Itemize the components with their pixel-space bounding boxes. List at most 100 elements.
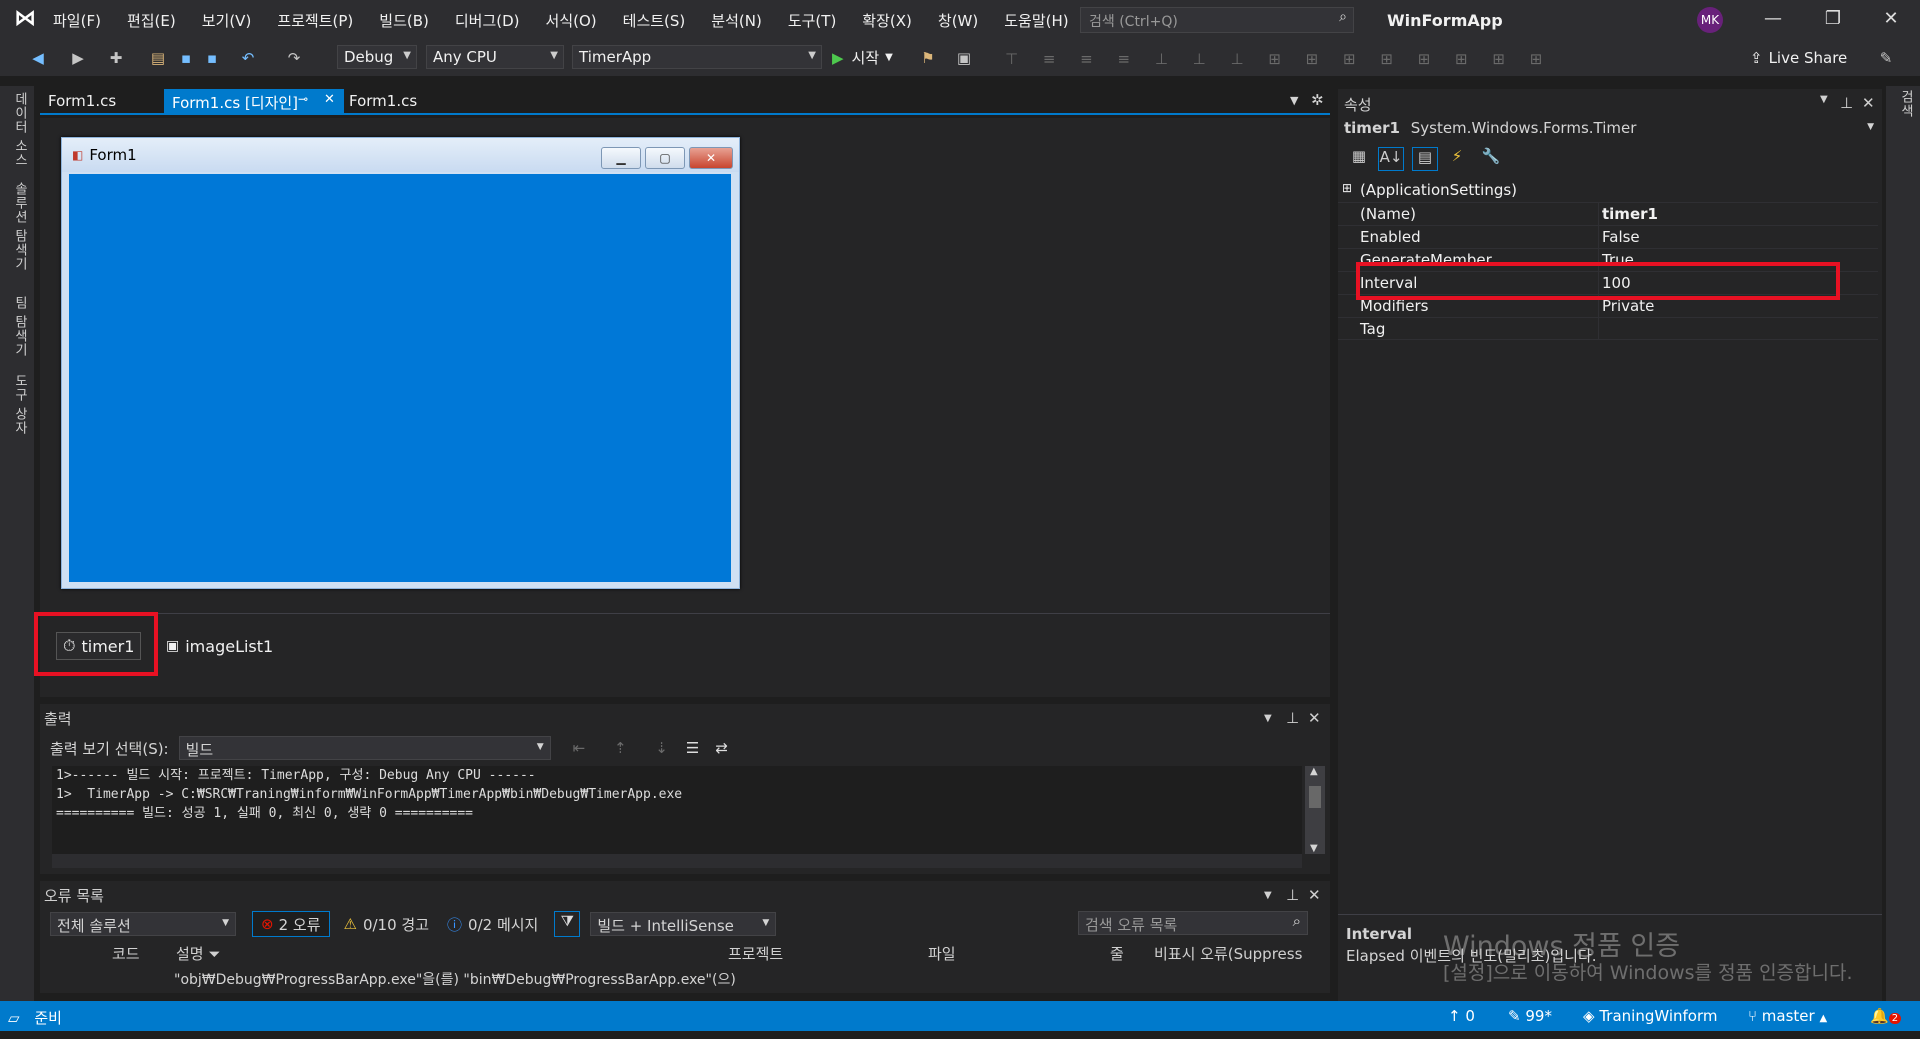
scroll-up-icon[interactable]: ▲ bbox=[1310, 766, 1318, 777]
pending-changes[interactable]: ✎ 99* bbox=[1508, 1007, 1552, 1025]
forward-icon[interactable]: ▶ bbox=[68, 48, 88, 68]
pin-icon[interactable]: ⊥ bbox=[1840, 94, 1853, 112]
errors-filter-button[interactable]: ⊗ 2 오류 bbox=[252, 911, 330, 937]
menu-file[interactable]: 파일(F) bbox=[53, 10, 101, 31]
feedback-icon[interactable]: ✎ bbox=[1876, 48, 1896, 68]
output-hscrollbar[interactable] bbox=[52, 854, 1302, 868]
alphabetical-icon[interactable]: A↓ bbox=[1378, 147, 1404, 171]
search-input[interactable]: 검색 (Ctrl+Q) ⌕ bbox=[1080, 7, 1354, 33]
title-bar: ⋈ 파일(F) 편집(E) 보기(V) 프로젝트(P) 빌드(B) 디버그(D)… bbox=[0, 0, 1920, 40]
menu-edit[interactable]: 편집(E) bbox=[127, 10, 176, 31]
filter-icon[interactable]: ⧩ bbox=[554, 911, 581, 937]
menu-extensions[interactable]: 확장(X) bbox=[862, 10, 912, 31]
branch-name[interactable]: ⑂ master ▲ bbox=[1748, 1007, 1827, 1025]
scroll-thumb[interactable] bbox=[1309, 786, 1321, 808]
warnings-filter-button[interactable]: ⚠ 0/10 경고 bbox=[344, 914, 430, 935]
tab-list-dropdown-icon[interactable]: ▼ bbox=[1290, 94, 1298, 107]
new-project-icon[interactable]: ✚ bbox=[106, 48, 126, 68]
start-button[interactable]: ▶ 시작 ▼ bbox=[832, 47, 893, 68]
clear-all-icon[interactable]: ☰ bbox=[686, 739, 699, 757]
tab-data-sources[interactable]: 데이터 소스 bbox=[10, 92, 29, 167]
menu-project[interactable]: 프로젝트(P) bbox=[277, 10, 353, 31]
menu-test[interactable]: 테스트(S) bbox=[623, 10, 686, 31]
configuration-dropdown[interactable]: Debug ▼ bbox=[337, 45, 417, 69]
save-all-icon[interactable]: ▪ bbox=[202, 48, 222, 68]
menu-view[interactable]: 보기(V) bbox=[202, 10, 252, 31]
events-icon[interactable]: ⚡ bbox=[1444, 147, 1470, 171]
close-icon[interactable]: ✕ bbox=[1308, 709, 1321, 727]
build-filter-dropdown[interactable]: 빌드 + IntelliSense ▼ bbox=[590, 912, 777, 936]
expand-icon[interactable]: ⊞ bbox=[1342, 181, 1352, 195]
property-row-tag[interactable]: Tag bbox=[1338, 317, 1878, 340]
form1-preview[interactable]: ◧ Form1 ▁ ▢ ✕ bbox=[61, 137, 740, 589]
gear-icon[interactable]: ✲ bbox=[1311, 91, 1324, 109]
undo-icon[interactable]: ↶ bbox=[238, 48, 258, 68]
layout-icon[interactable]: ▣ bbox=[954, 48, 974, 68]
pin-icon[interactable]: ⊸ bbox=[298, 92, 308, 106]
tab-solution-explorer[interactable]: 솔루션 탐색기 bbox=[10, 182, 29, 271]
property-pages-icon[interactable]: 🔧 bbox=[1478, 147, 1504, 171]
open-icon[interactable]: ▤ bbox=[148, 48, 168, 68]
live-share-button[interactable]: ⇪ Live Share bbox=[1750, 49, 1847, 67]
tab-form1-design[interactable]: Form1.cs [디자인] ⊸ ✕ bbox=[164, 89, 344, 115]
column-suppression[interactable]: 비표시 오류(Suppress bbox=[1154, 943, 1302, 964]
repository-name[interactable]: ◈ TraningWinform bbox=[1583, 1007, 1718, 1025]
column-description[interactable]: 설명 ⏷ bbox=[176, 943, 220, 964]
chevron-down-icon: ▼ bbox=[403, 50, 411, 61]
form1-client-area[interactable] bbox=[69, 174, 731, 582]
menu-help[interactable]: 도움말(H) bbox=[1004, 10, 1068, 31]
close-icon[interactable]: ✕ bbox=[1862, 94, 1875, 112]
back-icon[interactable]: ◀ bbox=[28, 48, 48, 68]
column-line[interactable]: 줄 bbox=[1110, 943, 1124, 964]
browser-link-icon[interactable]: ⚑ bbox=[918, 48, 938, 68]
menu-analyze[interactable]: 분석(N) bbox=[711, 10, 762, 31]
menu-tools[interactable]: 도구(T) bbox=[788, 10, 836, 31]
messages-filter-button[interactable]: ⓘ 0/2 메시지 bbox=[447, 914, 538, 935]
categorized-icon[interactable]: ▦ bbox=[1346, 147, 1372, 171]
panel-menu-icon[interactable]: ▼ bbox=[1264, 890, 1272, 901]
minimize-icon[interactable]: — bbox=[1758, 8, 1788, 34]
output-vscrollbar[interactable]: ▲ ▼ bbox=[1305, 766, 1325, 854]
menu-window[interactable]: 창(W) bbox=[938, 10, 978, 31]
table-row[interactable]: "obj₩Debug₩ProgressBarApp.exe"을(를) "bin₩… bbox=[174, 969, 736, 989]
menu-debug[interactable]: 디버그(D) bbox=[455, 10, 520, 31]
panel-menu-icon[interactable]: ▼ bbox=[1820, 94, 1828, 105]
close-icon[interactable]: ✕ bbox=[1308, 886, 1321, 904]
tray-imagelist1[interactable]: ▣ imageList1 bbox=[160, 632, 279, 660]
pin-icon[interactable]: ⊥ bbox=[1286, 886, 1299, 904]
menu-build[interactable]: 빌드(B) bbox=[379, 10, 429, 31]
platform-dropdown[interactable]: Any CPU ▼ bbox=[426, 45, 564, 69]
object-selector[interactable]: timer1 System.Windows.Forms.Timer ▼ bbox=[1344, 119, 1878, 141]
close-icon[interactable]: ✕ bbox=[324, 92, 335, 107]
avatar[interactable]: MK bbox=[1697, 7, 1723, 33]
scroll-down-icon[interactable]: ▼ bbox=[1310, 843, 1318, 854]
panel-menu-icon[interactable]: ▼ bbox=[1264, 713, 1272, 724]
vs-logo-icon[interactable]: ⋈ bbox=[14, 8, 40, 32]
startup-project-dropdown[interactable]: TimerApp ▼ bbox=[572, 45, 822, 69]
redo-icon[interactable]: ↷ bbox=[284, 48, 304, 68]
column-project[interactable]: 프로젝트 bbox=[728, 943, 783, 964]
menu-format[interactable]: 서식(O) bbox=[546, 10, 597, 31]
properties-icon[interactable]: ▤ bbox=[1412, 147, 1438, 171]
pin-icon[interactable]: ⊥ bbox=[1286, 709, 1299, 727]
column-file[interactable]: 파일 bbox=[928, 943, 956, 964]
property-row-enabled[interactable]: Enabled False bbox=[1338, 225, 1878, 248]
word-wrap-icon[interactable]: ⇄ bbox=[715, 739, 728, 757]
tab-form1-cs[interactable]: Form1.cs bbox=[40, 89, 124, 115]
save-icon[interactable]: ▪ bbox=[176, 48, 196, 68]
notifications[interactable]: 🔔 2 bbox=[1870, 1007, 1902, 1025]
tab-form1-cs-2[interactable]: Form1.cs bbox=[341, 89, 425, 115]
unpushed-commits[interactable]: ↑ 0 bbox=[1448, 1007, 1475, 1025]
tab-team-explorer[interactable]: 팀 탐색기 bbox=[10, 296, 29, 357]
tab-search[interactable]: 검색 bbox=[1896, 90, 1915, 118]
property-row-name[interactable]: (Name) timer1 bbox=[1338, 202, 1878, 225]
error-search-input[interactable]: 검색 오류 목록 ⌕ bbox=[1078, 911, 1308, 935]
maximize-icon[interactable]: ❐ bbox=[1818, 8, 1848, 34]
column-code[interactable]: 코드 bbox=[112, 943, 140, 964]
output-text[interactable]: 1>------ 빌드 시작: 프로젝트: TimerApp, 구성: Debu… bbox=[52, 766, 1302, 854]
close-icon[interactable]: ✕ bbox=[1876, 8, 1906, 34]
property-row-applicationsettings[interactable]: ⊞ (ApplicationSettings) bbox=[1338, 179, 1878, 202]
output-source-dropdown[interactable]: 빌드 ▼ bbox=[178, 736, 551, 760]
scope-dropdown[interactable]: 전체 솔루션 ▼ bbox=[50, 912, 236, 936]
tab-toolbox[interactable]: 도구 상자 bbox=[10, 374, 29, 435]
